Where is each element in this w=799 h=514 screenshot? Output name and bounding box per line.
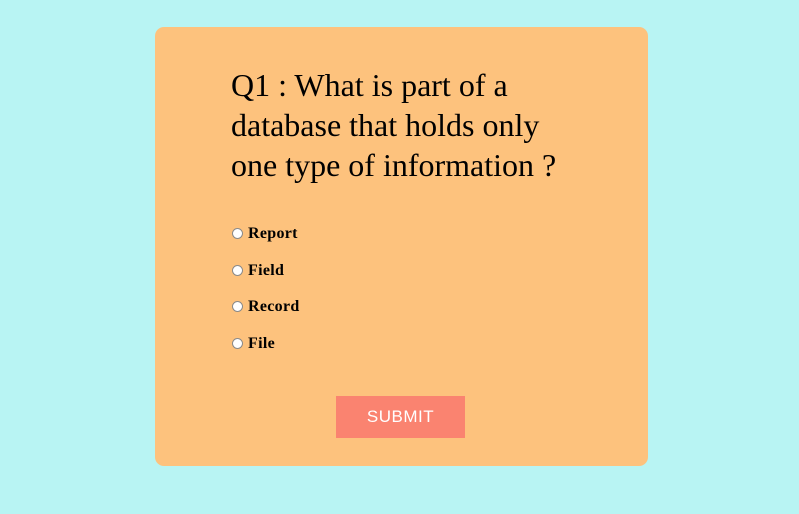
question-text: Q1 : What is part of a database that hol… xyxy=(231,67,557,183)
options-list: Report Field Record File xyxy=(231,224,300,370)
quiz-card: Q1 : What is part of a database that hol… xyxy=(155,27,648,466)
radio-button-report[interactable] xyxy=(232,228,243,239)
option-label-file[interactable]: File xyxy=(248,334,275,354)
option-field[interactable]: Field xyxy=(231,261,300,298)
option-report[interactable]: Report xyxy=(231,224,300,261)
option-file[interactable]: File xyxy=(231,334,300,371)
option-label-record[interactable]: Record xyxy=(248,297,300,317)
option-record[interactable]: Record xyxy=(231,297,300,334)
option-label-report[interactable]: Report xyxy=(248,224,298,244)
radio-button-file[interactable] xyxy=(232,337,243,349)
radio-button-record[interactable] xyxy=(232,301,243,312)
option-label-field[interactable]: Field xyxy=(248,261,284,281)
submit-button[interactable]: SUBMIT xyxy=(336,396,465,438)
radio-button-field[interactable] xyxy=(232,264,243,276)
